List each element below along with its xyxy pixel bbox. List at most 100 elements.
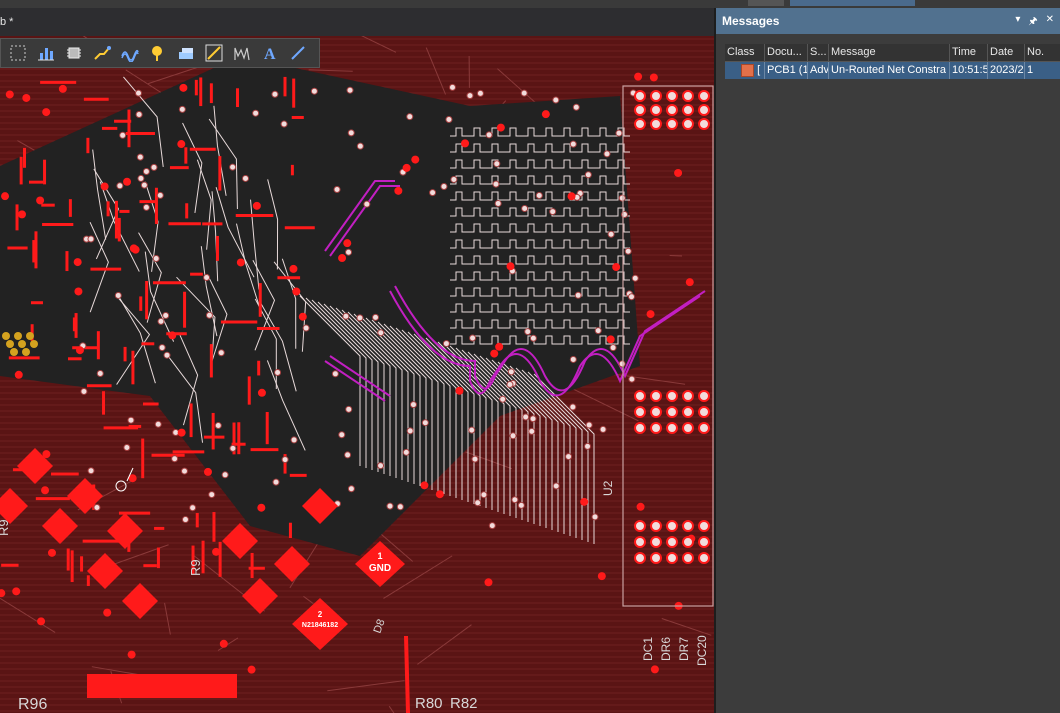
via xyxy=(599,425,607,433)
bga-pad xyxy=(634,390,646,402)
bga-pad xyxy=(666,552,678,564)
panel-pin-icon[interactable]: 🖈 xyxy=(1028,14,1037,31)
via xyxy=(474,499,482,507)
bga-pad xyxy=(698,104,710,116)
via xyxy=(177,140,186,149)
via xyxy=(168,331,177,340)
via xyxy=(127,416,135,424)
route-icon[interactable] xyxy=(91,42,113,64)
via xyxy=(290,436,298,444)
via xyxy=(606,335,615,344)
via xyxy=(580,497,589,506)
via xyxy=(252,109,260,117)
via xyxy=(36,196,45,205)
via xyxy=(80,387,88,395)
via xyxy=(75,346,84,355)
interactive-route-icon[interactable] xyxy=(203,42,225,64)
column-header-no[interactable]: No. xyxy=(1025,44,1060,61)
via xyxy=(14,370,23,379)
column-header-document[interactable]: Docu... xyxy=(765,44,808,61)
via xyxy=(257,503,266,512)
bga-pad xyxy=(682,536,694,548)
via xyxy=(343,239,352,248)
messages-titlebar: Messages ▾ 🖈 ✕ xyxy=(716,8,1060,34)
via xyxy=(496,123,505,132)
component-icon[interactable] xyxy=(63,42,85,64)
pcb-canvas[interactable]: 1 GND 2 N21846182 R96 R80 R82 R9 R9 D8 U… xyxy=(0,36,714,713)
via xyxy=(406,427,414,435)
via xyxy=(649,73,658,82)
via xyxy=(618,360,626,368)
via xyxy=(123,177,132,186)
panel-close-icon[interactable]: ✕ xyxy=(1046,14,1054,31)
label-r96: R96 xyxy=(18,696,47,713)
line-icon[interactable] xyxy=(287,42,309,64)
via xyxy=(603,150,611,158)
message-class-text: [ xyxy=(757,64,761,76)
via xyxy=(333,185,341,193)
via xyxy=(435,490,444,499)
via xyxy=(1,192,10,201)
via xyxy=(289,264,298,273)
via xyxy=(214,422,222,430)
message-source-cell: Adv xyxy=(808,62,829,79)
via xyxy=(494,199,502,207)
via xyxy=(158,344,166,352)
pad2-pin-label: 2 xyxy=(318,610,323,619)
via xyxy=(96,370,104,378)
pcb-floating-toolbar: A xyxy=(0,38,320,68)
bga-pad xyxy=(650,520,662,532)
via xyxy=(402,448,410,456)
via xyxy=(310,87,318,95)
via xyxy=(584,442,592,450)
document-tab[interactable]: b * xyxy=(0,16,13,28)
via xyxy=(280,120,288,128)
bga-pad xyxy=(666,422,678,434)
column-header-time[interactable]: Time xyxy=(950,44,988,61)
via xyxy=(22,93,31,102)
column-header-source[interactable]: S... xyxy=(808,44,829,61)
via xyxy=(450,175,458,183)
via xyxy=(469,334,477,342)
gold-pad xyxy=(2,332,10,340)
label-r80: R80 xyxy=(415,695,443,712)
bga-pad xyxy=(650,104,662,116)
chart-bars-icon[interactable] xyxy=(35,42,57,64)
bga-pad xyxy=(634,90,646,102)
via xyxy=(114,291,122,299)
pin-icon[interactable] xyxy=(147,42,169,64)
via xyxy=(298,312,307,321)
via xyxy=(488,522,496,530)
via xyxy=(150,163,158,171)
panel-menu-icon[interactable]: ▾ xyxy=(1015,14,1020,31)
diff-pair-icon[interactable] xyxy=(119,42,141,64)
column-header-message[interactable]: Message xyxy=(829,44,950,61)
via xyxy=(338,254,347,263)
text-icon[interactable]: A xyxy=(259,42,281,64)
via xyxy=(242,174,250,182)
bga-pad xyxy=(682,104,694,116)
via xyxy=(177,428,186,437)
column-header-date[interactable]: Date xyxy=(988,44,1025,61)
top-strip-button[interactable] xyxy=(748,0,784,6)
top-strip-tab[interactable] xyxy=(790,0,915,6)
via xyxy=(524,328,532,336)
background-trace xyxy=(669,254,683,257)
select-rect-icon[interactable] xyxy=(7,42,29,64)
via xyxy=(212,547,221,556)
signal-icon[interactable] xyxy=(231,42,253,64)
via xyxy=(569,140,577,148)
bga-pad xyxy=(666,90,678,102)
via xyxy=(356,314,364,322)
column-header-class[interactable]: Class xyxy=(725,44,765,61)
message-row[interactable]: [ PCB1 (1) Adv Un-Routed Net Constra 10:… xyxy=(725,62,1060,79)
via xyxy=(181,516,189,524)
layer-stack-icon[interactable] xyxy=(175,42,197,64)
pcb-board[interactable]: 1 GND 2 N21846182 R96 R80 R82 R9 R9 D8 U… xyxy=(0,36,714,713)
via xyxy=(574,291,582,299)
via xyxy=(471,455,479,463)
via xyxy=(208,491,216,499)
via xyxy=(448,83,456,91)
via xyxy=(41,486,50,495)
via xyxy=(402,163,411,172)
